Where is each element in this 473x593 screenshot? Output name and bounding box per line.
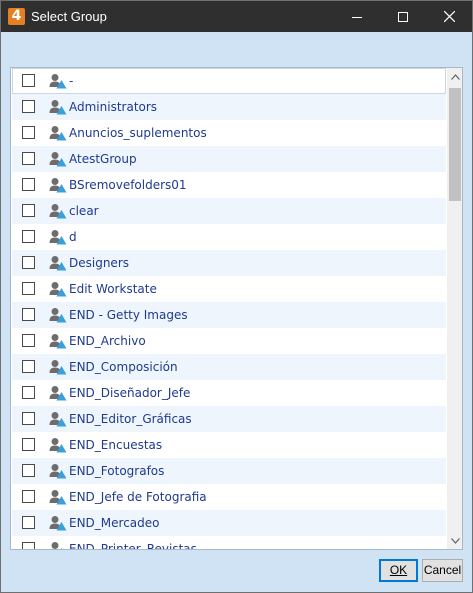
- item-checkbox[interactable]: [22, 412, 35, 425]
- vertical-scrollbar[interactable]: [447, 68, 462, 549]
- close-icon: [443, 11, 455, 22]
- item-checkbox[interactable]: [22, 152, 35, 165]
- list-item[interactable]: Edit Workstate: [12, 276, 446, 302]
- list-item[interactable]: END_Fotografos: [12, 458, 446, 484]
- select-group-dialog: 4 Select Group - Administrators Anuncios_s…: [0, 0, 473, 593]
- item-label: END_Composición: [69, 360, 178, 374]
- item-checkbox[interactable]: [22, 360, 35, 373]
- item-checkbox[interactable]: [22, 178, 35, 191]
- item-label: END_Editor_Gráficas: [69, 412, 192, 426]
- list-item[interactable]: END_Composición: [12, 354, 446, 380]
- item-label: END_Jefe de Fotografia: [69, 490, 207, 504]
- group-user-icon: [49, 541, 67, 549]
- list-item[interactable]: END_Jefe de Fotografia: [12, 484, 446, 510]
- chevron-down-icon: [450, 537, 460, 544]
- list-item[interactable]: Administrators: [12, 94, 446, 120]
- group-user-icon: [49, 151, 67, 167]
- item-label: Edit Workstate: [69, 282, 157, 296]
- item-checkbox[interactable]: [22, 230, 35, 243]
- minimize-icon: [352, 16, 362, 18]
- item-label: END_Archivo: [69, 334, 146, 348]
- group-user-icon: [49, 385, 67, 401]
- list-item[interactable]: -: [12, 68, 446, 94]
- group-user-icon: [49, 281, 67, 297]
- item-checkbox[interactable]: [22, 204, 35, 217]
- item-checkbox[interactable]: [22, 516, 35, 529]
- list-item[interactable]: END_Editor_Gráficas: [12, 406, 446, 432]
- chevron-up-icon: [450, 73, 460, 80]
- group-user-icon: [49, 515, 67, 531]
- group-list: - Administrators Anuncios_suplementos Atest…: [10, 67, 463, 550]
- group-user-icon: [49, 229, 67, 245]
- close-button[interactable]: [426, 1, 472, 32]
- group-user-icon: [49, 359, 67, 375]
- item-checkbox[interactable]: [22, 542, 35, 549]
- ok-button[interactable]: OK: [379, 559, 418, 582]
- group-user-icon: [49, 255, 67, 271]
- item-label: Anuncios_suplementos: [69, 126, 207, 140]
- item-label: Designers: [69, 256, 129, 270]
- item-checkbox[interactable]: [22, 464, 35, 477]
- item-checkbox[interactable]: [22, 100, 35, 113]
- item-label: BSremovefolders01: [69, 178, 187, 192]
- item-checkbox[interactable]: [22, 308, 35, 321]
- cancel-button-label: Cancel: [423, 563, 462, 577]
- item-checkbox[interactable]: [22, 256, 35, 269]
- title-bar[interactable]: 4 Select Group: [1, 1, 472, 32]
- item-checkbox[interactable]: [22, 126, 35, 139]
- item-label: END_Fotografos: [69, 464, 165, 478]
- maximize-icon: [398, 11, 408, 22]
- item-label: AtestGroup: [69, 152, 137, 166]
- list-item[interactable]: END_Mercadeo: [12, 510, 446, 536]
- group-user-icon: [49, 99, 67, 115]
- app-icon: 4: [8, 8, 25, 25]
- scroll-up-button[interactable]: [447, 68, 462, 85]
- list-item[interactable]: clear: [12, 198, 446, 224]
- group-list-viewport: - Administrators Anuncios_suplementos Atest…: [11, 68, 447, 549]
- group-user-icon: [49, 177, 67, 193]
- item-label: END - Getty Images: [69, 308, 188, 322]
- ok-button-label: OK: [389, 563, 408, 577]
- item-label: END_Mercadeo: [69, 516, 160, 530]
- item-checkbox[interactable]: [22, 386, 35, 399]
- item-checkbox[interactable]: [22, 74, 35, 87]
- list-item[interactable]: END - Getty Images: [12, 302, 446, 328]
- list-item[interactable]: END_Encuestas: [12, 432, 446, 458]
- cancel-button[interactable]: Cancel: [422, 559, 463, 582]
- group-user-icon: [49, 307, 67, 323]
- list-item[interactable]: AtestGroup: [12, 146, 446, 172]
- minimize-button[interactable]: [334, 1, 380, 32]
- item-checkbox[interactable]: [22, 490, 35, 503]
- list-item[interactable]: BSremovefolders01: [12, 172, 446, 198]
- list-item[interactable]: d: [12, 224, 446, 250]
- list-item[interactable]: END_Diseñador_Jefe: [12, 380, 446, 406]
- maximize-button[interactable]: [380, 1, 426, 32]
- item-label: d: [69, 230, 77, 244]
- group-user-icon: [49, 203, 67, 219]
- group-user-icon: [49, 489, 67, 505]
- group-user-icon: [49, 463, 67, 479]
- group-user-icon: [49, 333, 67, 349]
- scroll-thumb[interactable]: [449, 88, 461, 201]
- item-checkbox[interactable]: [22, 438, 35, 451]
- list-item[interactable]: Anuncios_suplementos: [12, 120, 446, 146]
- window-title: Select Group: [31, 9, 107, 24]
- group-user-icon: [49, 437, 67, 453]
- list-item[interactable]: END_Archivo: [12, 328, 446, 354]
- item-label: END_Encuestas: [69, 438, 163, 452]
- item-label: Administrators: [69, 100, 158, 114]
- item-checkbox[interactable]: [22, 282, 35, 295]
- item-label: clear: [69, 204, 99, 218]
- item-label: END_Printer_Revistas: [69, 542, 197, 549]
- scroll-down-button[interactable]: [447, 532, 462, 549]
- group-user-icon: [49, 73, 67, 89]
- item-label: END_Diseñador_Jefe: [69, 386, 191, 400]
- group-user-icon: [49, 125, 67, 141]
- list-item[interactable]: Designers: [12, 250, 446, 276]
- list-item[interactable]: END_Printer_Revistas: [12, 536, 446, 549]
- item-checkbox[interactable]: [22, 334, 35, 347]
- group-user-icon: [49, 411, 67, 427]
- item-label: -: [69, 74, 74, 88]
